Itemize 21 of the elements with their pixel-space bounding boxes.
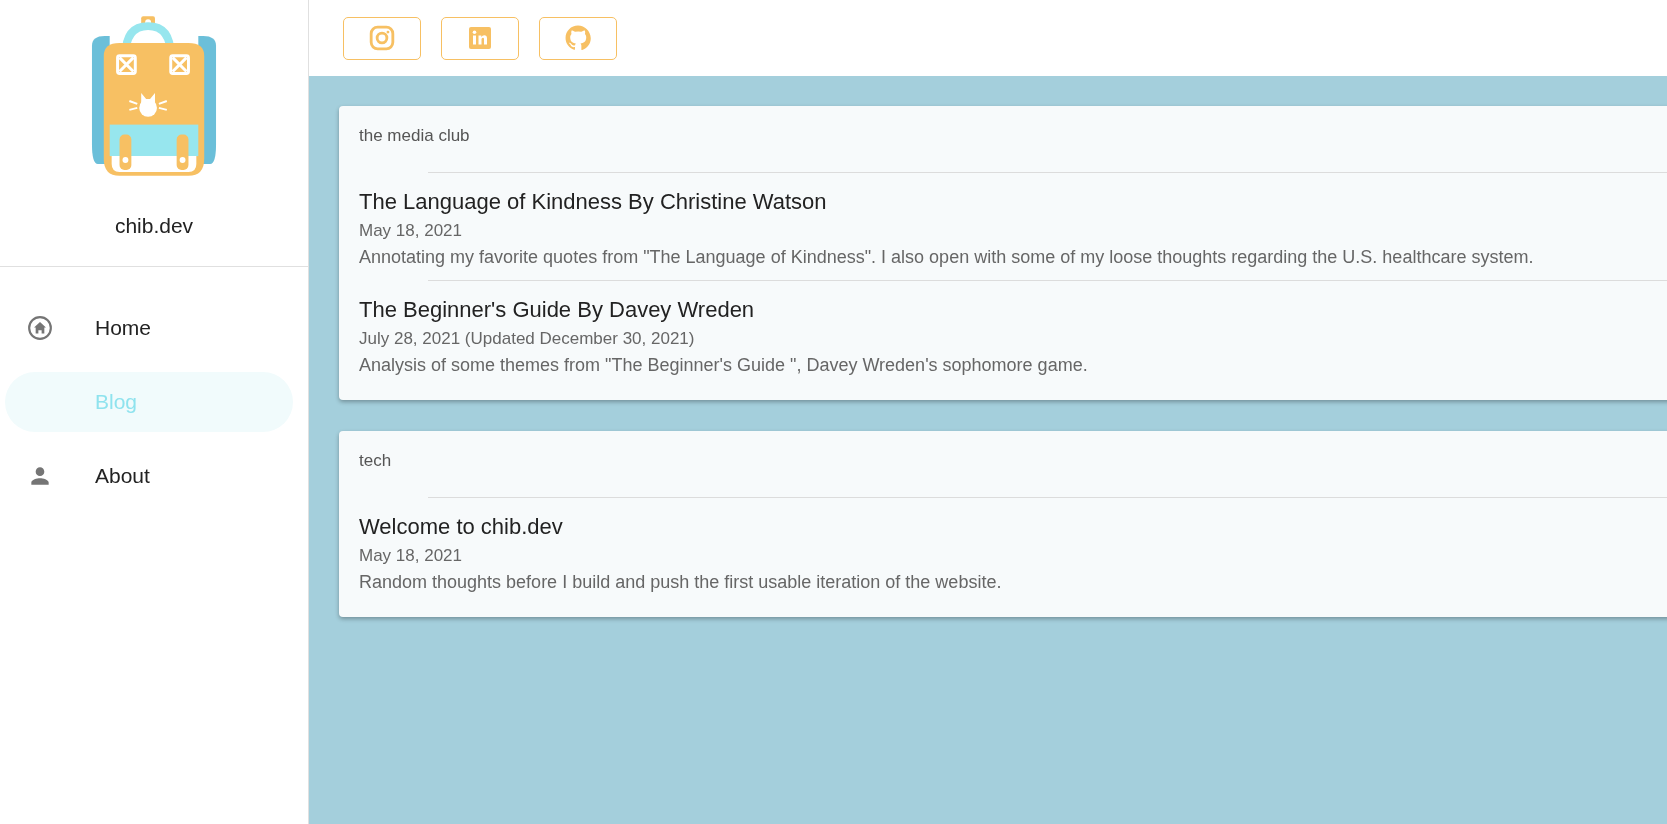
category-name: tech: [359, 451, 393, 471]
post-date: July 28, 2021 (Updated December 30, 2021): [359, 329, 696, 349]
post-title-link[interactable]: The Language of Kindness By Christine Watson: [359, 189, 1667, 215]
post-summary: Random thoughts before I build and push the first usable iteration of the website.: [359, 572, 1003, 593]
nav-item[interactable]: Home: [5, 298, 293, 358]
post-title-link[interactable]: The Beginner's Guide By Davey Wreden: [359, 297, 1667, 323]
post-date: May 18, 2021: [359, 221, 463, 241]
home-icon: [27, 315, 53, 341]
github-link[interactable]: [539, 16, 617, 60]
post-summary: Analysis of some themes from "The Beginner's Guide ", Davey Wreden's sophomore game.: [359, 355, 1089, 376]
cat-silhouette-icon: [565, 25, 591, 51]
nav-item[interactable]: About: [5, 446, 293, 506]
linkedin-link[interactable]: [441, 16, 519, 60]
linkedin-icon: [468, 26, 492, 50]
category-name: the media club: [359, 126, 471, 146]
site-name: chib.dev: [114, 214, 194, 238]
instagram-link[interactable]: [343, 16, 421, 60]
post-summary: Annotating my favorite quotes from "The Language of Kindness". I also open with some of my loose thoughts regarding the U.S. healthcare system.: [359, 247, 1535, 268]
post-title-link[interactable]: Welcome to chib.dev: [359, 514, 1667, 540]
camera-icon: [369, 25, 395, 51]
post-date: May 18, 2021: [359, 546, 463, 566]
